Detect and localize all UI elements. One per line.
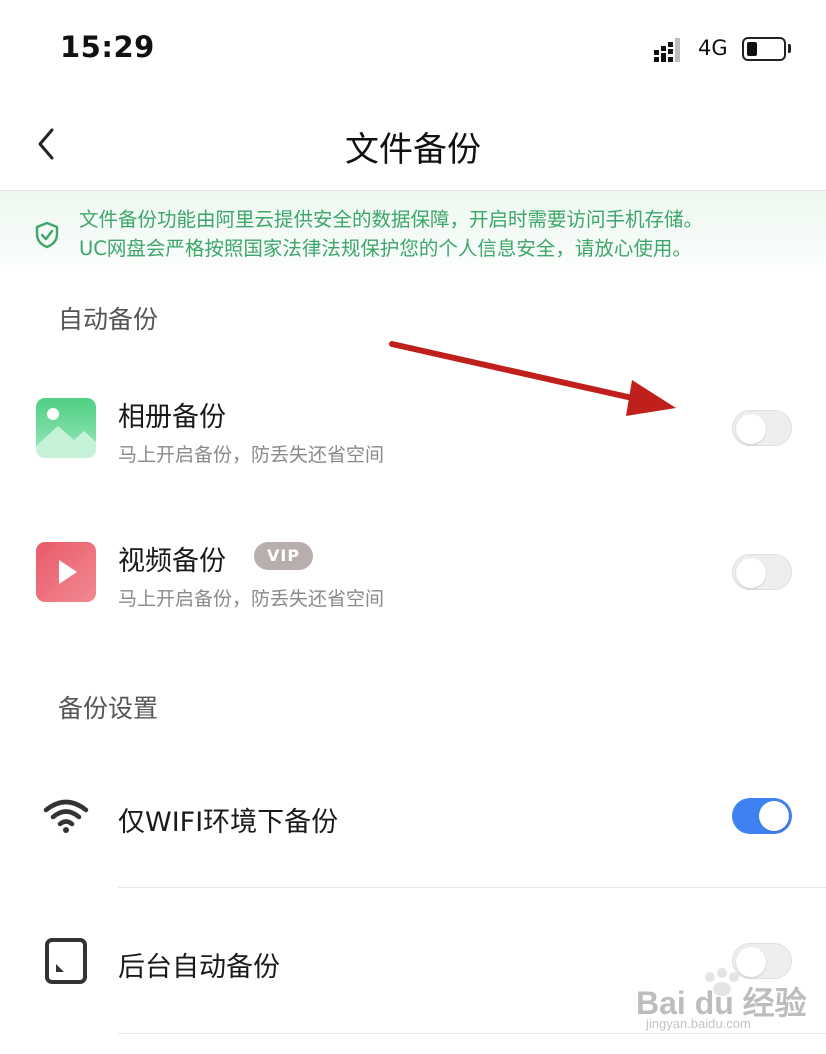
notice-text: 文件备份功能由阿里云提供安全的数据保障，开启时需要访问手机存储。 UC网盘会严格… xyxy=(79,205,799,263)
signal-icon xyxy=(654,38,680,62)
video-play-icon xyxy=(36,542,96,602)
video-backup-toggle[interactable] xyxy=(732,554,792,590)
photo-backup-title: 相册备份 xyxy=(118,402,226,433)
video-backup-title: 视频备份 xyxy=(118,546,226,577)
annotation-arrow-icon xyxy=(389,341,676,416)
wifi-only-title: 仅WIFI环境下备份 xyxy=(118,807,339,838)
photo-backup-subtitle: 马上开启备份，防丢失还省空间 xyxy=(118,444,385,466)
shield-check-icon xyxy=(35,221,59,249)
notice-line-1: 文件备份功能由阿里云提供安全的数据保障，开启时需要访问手机存储。 xyxy=(79,208,704,231)
watermark-url: jingyan.baidu.com xyxy=(646,1016,751,1031)
battery-tip xyxy=(788,44,791,53)
toggle-knob xyxy=(736,414,766,444)
photo-album-icon xyxy=(36,398,96,458)
status-time: 15:29 xyxy=(60,30,155,64)
page-title: 文件备份 xyxy=(345,130,481,170)
network-label: 4G xyxy=(698,36,728,60)
battery-icon xyxy=(742,37,786,61)
wifi-only-toggle[interactable] xyxy=(732,798,792,834)
vip-badge: VIP xyxy=(254,542,314,570)
photo-backup-toggle[interactable] xyxy=(732,410,792,446)
section-title-backup-settings: 备份设置 xyxy=(58,694,159,723)
background-backup-title: 后台自动备份 xyxy=(118,952,280,983)
toggle-knob xyxy=(736,558,766,588)
section-title-auto-backup: 自动备份 xyxy=(58,305,159,334)
row-divider xyxy=(118,887,826,888)
wifi-icon xyxy=(43,799,89,833)
video-backup-subtitle: 马上开启备份，防丢失还省空间 xyxy=(118,588,385,610)
notice-line-2: UC网盘会严格按照国家法律法规保护您的个人信息安全，请放心使用。 xyxy=(79,237,692,260)
background-backup-icon xyxy=(45,938,87,984)
toggle-knob xyxy=(759,801,789,831)
